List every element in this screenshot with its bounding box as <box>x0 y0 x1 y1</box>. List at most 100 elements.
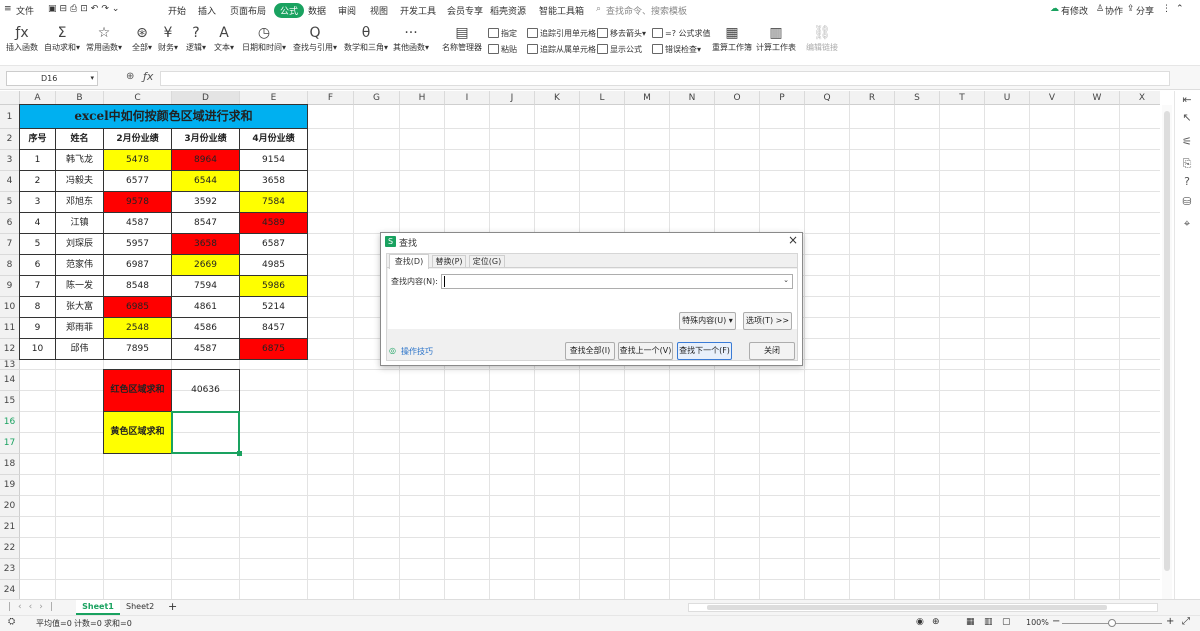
chevron-up-icon[interactable]: ⌃ <box>1176 4 1184 14</box>
row-header-18[interactable]: 18 <box>0 454 20 475</box>
table-cell[interactable]: 4985 <box>239 254 308 276</box>
sheet-title[interactable]: excel中如何按颜色区域进行求和 <box>19 104 308 129</box>
ribbon-small-1[interactable]: 粘贴 <box>488 44 517 55</box>
table-cell[interactable]: 4586 <box>171 317 240 339</box>
col-header-R[interactable]: R <box>850 91 895 105</box>
row-header-15[interactable]: 15 <box>0 391 20 412</box>
find-next-button[interactable]: 查找下一个(F) <box>677 342 732 360</box>
row-header-21[interactable]: 21 <box>0 517 20 538</box>
row-header-16[interactable]: 16 <box>0 412 20 433</box>
yellow-sum-label[interactable]: 黄色区域求和 <box>103 411 172 454</box>
menu-tab-8[interactable]: 会员专享 <box>447 4 483 17</box>
table-cell[interactable]: 5214 <box>239 296 308 318</box>
add-sheet-icon[interactable]: + <box>168 600 177 613</box>
menu-tab-5[interactable]: 审阅 <box>338 4 356 17</box>
h-scroll-thumb[interactable] <box>707 605 1107 610</box>
location-icon[interactable]: ⌖ <box>1180 217 1194 231</box>
tab-replace[interactable]: 替换(P) <box>432 255 466 268</box>
eye-icon[interactable]: ◉ <box>916 617 924 627</box>
table-header[interactable]: 3月份业绩 <box>171 128 240 150</box>
settings-sliders-icon[interactable]: ⚟ <box>1180 135 1194 149</box>
col-header-P[interactable]: P <box>760 91 805 105</box>
chevron-down-icon[interactable]: ⌄ <box>783 276 789 284</box>
col-header-V[interactable]: V <box>1030 91 1075 105</box>
table-cell[interactable]: 6587 <box>239 233 308 255</box>
table-cell[interactable]: 范家伟 <box>55 254 104 276</box>
ribbon-button-5[interactable]: ? 逻辑▾ <box>186 24 206 53</box>
row-header-12[interactable]: 12 <box>0 339 20 360</box>
expand-icon[interactable]: ⇤ <box>1180 93 1194 107</box>
col-header-G[interactable]: G <box>354 91 400 105</box>
ribbon-button-3[interactable]: ⊛ 全部▾ <box>132 24 152 53</box>
macro-icon[interactable]: ⛭ <box>8 617 15 627</box>
table-cell[interactable]: 张大富 <box>55 296 104 318</box>
menu-file[interactable]: 文件 <box>16 4 34 17</box>
ribbon-button-11[interactable]: ▤ 名称管理器 <box>442 24 482 53</box>
col-header-J[interactable]: J <box>490 91 535 105</box>
table-cell[interactable]: 9154 <box>239 149 308 171</box>
backup-icon[interactable]: ⛁ <box>1180 195 1194 209</box>
vertical-scrollbar[interactable] <box>1162 105 1172 599</box>
row-header-10[interactable]: 10 <box>0 297 20 318</box>
table-cell[interactable]: 6875 <box>239 338 308 360</box>
table-cell[interactable]: 5478 <box>103 149 172 171</box>
row-header-14[interactable]: 14 <box>0 370 20 391</box>
ribbon-button-1[interactable]: Σ 自动求和▾ <box>44 24 80 53</box>
table-header[interactable]: 4月份业绩 <box>239 128 308 150</box>
page-view-icon[interactable]: ▥ <box>984 617 993 627</box>
row-header-3[interactable]: 3 <box>0 150 20 171</box>
find-all-button[interactable]: 查找全部(I) <box>565 342 615 360</box>
col-header-H[interactable]: H <box>400 91 445 105</box>
zoom-level[interactable]: 100% <box>1026 618 1049 627</box>
table-cell[interactable]: 4587 <box>103 212 172 234</box>
ribbon-button-0[interactable]: ƒx 插入函数 <box>6 24 38 53</box>
close-button[interactable]: 关闭 <box>749 342 795 360</box>
table-cell[interactable]: 7594 <box>171 275 240 297</box>
scroll-thumb[interactable] <box>1164 111 1170 571</box>
col-header-Q[interactable]: Q <box>805 91 850 105</box>
row-header-17[interactable]: 17 <box>0 433 20 454</box>
table-cell[interactable]: 7584 <box>239 191 308 213</box>
table-header[interactable]: 姓名 <box>55 128 104 150</box>
table-cell[interactable]: 9 <box>19 317 56 339</box>
table-cell[interactable]: 8548 <box>103 275 172 297</box>
close-icon[interactable]: × <box>788 233 798 247</box>
fullscreen-icon[interactable]: ⤢ <box>1182 616 1190 627</box>
table-cell[interactable]: 刘琛辰 <box>55 233 104 255</box>
table-cell[interactable]: 7 <box>19 275 56 297</box>
tab-sheet2[interactable]: Sheet2 <box>126 602 154 611</box>
format-icon[interactable]: ⎘ <box>1180 157 1194 171</box>
fx-icon[interactable]: ƒx <box>143 70 153 83</box>
table-cell[interactable]: 5 <box>19 233 56 255</box>
menu-share[interactable]: 分享 <box>1136 4 1154 17</box>
table-cell[interactable]: 8964 <box>171 149 240 171</box>
col-header-A[interactable]: A <box>20 91 56 105</box>
table-cell[interactable]: 6 <box>19 254 56 276</box>
table-cell[interactable]: 陈一发 <box>55 275 104 297</box>
menu-collab[interactable]: 协作 <box>1105 4 1123 17</box>
table-cell[interactable]: 江镇 <box>55 212 104 234</box>
menu-tab-6[interactable]: 视图 <box>370 4 388 17</box>
table-cell[interactable]: 3592 <box>171 191 240 213</box>
table-cell[interactable]: 6987 <box>103 254 172 276</box>
row-header-6[interactable]: 6 <box>0 213 20 234</box>
ribbon-calc-1[interactable]: ▥ 计算工作表 <box>756 24 796 53</box>
ribbon-small-5[interactable]: 显示公式 <box>597 44 642 55</box>
table-cell[interactable]: 4861 <box>171 296 240 318</box>
col-header-F[interactable]: F <box>308 91 354 105</box>
preview-icon[interactable]: ▢ <box>1002 617 1011 627</box>
col-header-S[interactable]: S <box>895 91 940 105</box>
table-cell[interactable]: 6985 <box>103 296 172 318</box>
select-icon[interactable]: ↖ <box>1180 111 1194 125</box>
red-sum-label[interactable]: 红色区域求和 <box>103 369 172 412</box>
tab-find[interactable]: 查找(D) <box>389 254 429 269</box>
table-cell[interactable]: 5957 <box>103 233 172 255</box>
ribbon-small-6[interactable]: =? 公式求值 <box>652 28 711 39</box>
table-header[interactable]: 序号 <box>19 128 56 150</box>
col-header-W[interactable]: W <box>1075 91 1120 105</box>
row-header-11[interactable]: 11 <box>0 318 20 339</box>
table-cell[interactable]: 2 <box>19 170 56 192</box>
table-cell[interactable]: 9578 <box>103 191 172 213</box>
zoom-icon[interactable]: ⊕ <box>126 71 134 82</box>
table-cell[interactable]: 1 <box>19 149 56 171</box>
